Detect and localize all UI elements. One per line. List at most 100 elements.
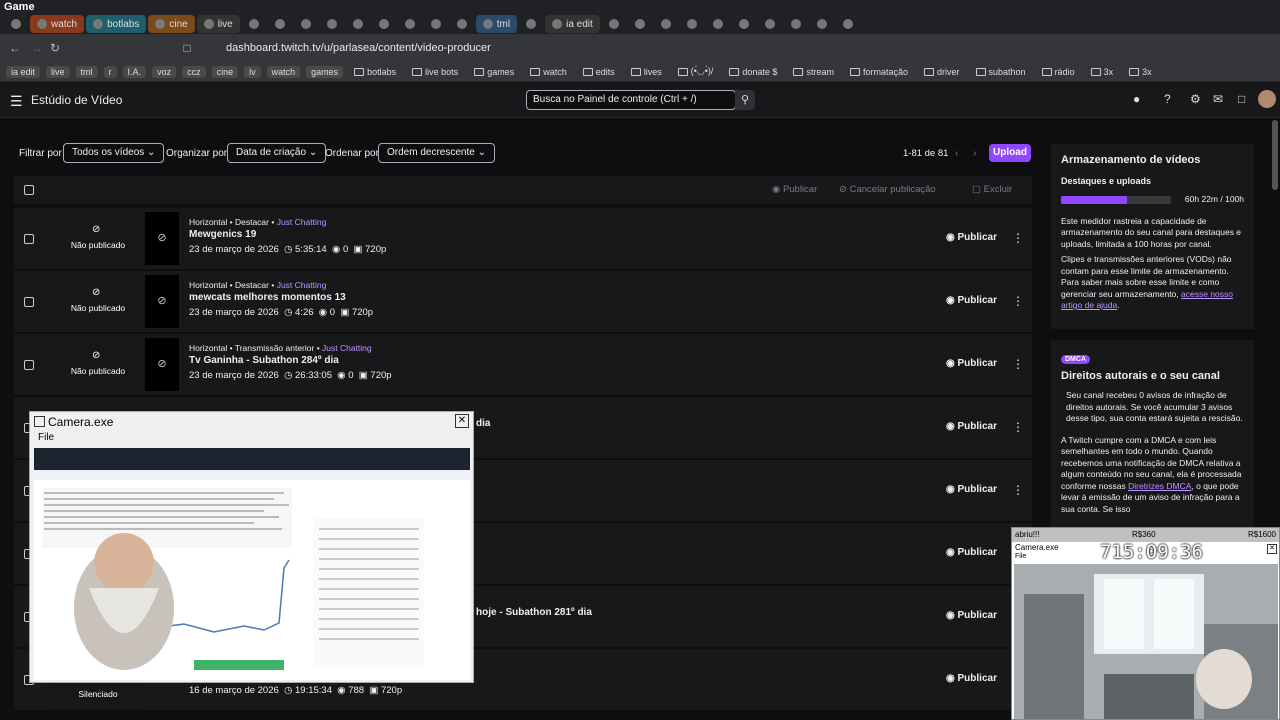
bookmark-item[interactable]: 3x bbox=[1124, 66, 1157, 78]
bookmark-item[interactable]: donate $ bbox=[724, 66, 782, 78]
bookmark-item[interactable]: subathon bbox=[971, 66, 1031, 78]
publish-button[interactable]: ◉ Publicar bbox=[946, 670, 1002, 688]
search-input[interactable]: Busca no Painel de controle (Ctrl + /) bbox=[526, 90, 736, 110]
browser-tab[interactable]: ia edit bbox=[545, 15, 600, 33]
browser-tab[interactable] bbox=[836, 15, 860, 33]
bookmark-item[interactable]: formatação bbox=[845, 66, 913, 78]
browser-tab[interactable] bbox=[680, 15, 704, 33]
next-page-icon[interactable]: › bbox=[973, 148, 976, 159]
category-link[interactable]: Just Chatting bbox=[322, 343, 372, 353]
video-row[interactable]: ⊘ Não publicado ⊘ Horizontal • Destacar • J… bbox=[14, 270, 1032, 332]
browser-tab[interactable] bbox=[732, 15, 756, 33]
whispers-icon[interactable]: □ bbox=[1238, 92, 1245, 106]
browser-tab[interactable] bbox=[758, 15, 782, 33]
video-title[interactable]: Tv Ganinha - Subathon 284º dia bbox=[189, 355, 339, 366]
inbox-icon[interactable]: ✉ bbox=[1213, 92, 1223, 106]
browser-tab[interactable] bbox=[706, 15, 730, 33]
video-row[interactable]: ⊘ Não publicado ⊘ Horizontal • Transmissão … bbox=[14, 333, 1032, 395]
bookmark-item[interactable]: driver bbox=[919, 66, 965, 78]
bookmark-item[interactable]: watch bbox=[266, 65, 301, 78]
visibility-icon[interactable]: ⊘ bbox=[145, 212, 179, 265]
more-options-icon[interactable]: ⋮ bbox=[1012, 355, 1024, 373]
bookmark-item[interactable]: botlabs bbox=[349, 66, 401, 78]
upload-button[interactable]: Upload bbox=[989, 144, 1031, 162]
page-scrollbar[interactable] bbox=[1272, 120, 1278, 190]
browser-tab[interactable]: cine bbox=[148, 15, 195, 33]
browser-tab[interactable] bbox=[372, 15, 396, 33]
close-icon[interactable]: ✕ bbox=[455, 414, 469, 428]
bookmark-item[interactable]: games bbox=[306, 65, 344, 78]
bookmark-icon[interactable]: □ bbox=[180, 41, 194, 55]
bookmark-item[interactable]: r bbox=[103, 65, 117, 78]
browser-tab[interactable] bbox=[346, 15, 370, 33]
publish-button[interactable]: ◉ Publicar bbox=[946, 355, 1002, 373]
video-title[interactable]: hoje - Subathon 281º dia bbox=[476, 607, 592, 618]
bookmark-item[interactable]: edits bbox=[578, 66, 620, 78]
bookmark-item[interactable]: (•́◡•̀)/ bbox=[673, 65, 719, 78]
row-checkbox[interactable] bbox=[24, 234, 34, 244]
browser-tab[interactable] bbox=[810, 15, 834, 33]
browser-tab[interactable] bbox=[268, 15, 292, 33]
category-link[interactable]: Just Chatting bbox=[277, 280, 327, 290]
browser-tab[interactable] bbox=[602, 15, 626, 33]
bookmark-item[interactable]: I.A. bbox=[122, 65, 147, 78]
browser-tab[interactable] bbox=[320, 15, 344, 33]
more-options-icon[interactable]: ⋮ bbox=[1012, 292, 1024, 310]
browser-tab[interactable] bbox=[294, 15, 318, 33]
filter-dropdown[interactable]: Todos os vídeos ⌄ bbox=[63, 143, 165, 163]
more-options-icon[interactable]: ⋮ bbox=[1012, 481, 1024, 499]
bookmark-item[interactable]: games bbox=[469, 66, 519, 78]
dmca-guidelines-link[interactable]: Diretrizes DMCA bbox=[1128, 481, 1191, 491]
forward-icon[interactable]: → bbox=[30, 41, 44, 55]
sort-dropdown[interactable]: Ordem decrescente ⌄ bbox=[378, 143, 495, 163]
bookmark-item[interactable]: live bots bbox=[407, 66, 463, 78]
video-row[interactable]: ⊘ Não publicado ⊘ Horizontal • Destacar • J… bbox=[14, 207, 1032, 269]
bookmark-item[interactable]: stream bbox=[788, 66, 839, 78]
bookmark-item[interactable]: ccz bbox=[182, 65, 206, 78]
browser-tab[interactable] bbox=[398, 15, 422, 33]
video-title[interactable]: Mewgenics 19 bbox=[189, 229, 256, 240]
avatar[interactable] bbox=[1258, 90, 1276, 108]
bulk-publish-button[interactable]: ◉ Publicar bbox=[772, 184, 817, 195]
visibility-icon[interactable]: ⊘ bbox=[145, 338, 179, 391]
org-dropdown[interactable]: Data de criação ⌄ bbox=[227, 143, 327, 163]
browser-tab[interactable]: watch bbox=[30, 15, 85, 33]
video-thumbnail[interactable]: ⊘ Não publicado bbox=[51, 338, 145, 391]
publish-button[interactable]: ◉ Publicar bbox=[946, 481, 1002, 499]
browser-tab[interactable] bbox=[784, 15, 808, 33]
url-field[interactable]: dashboard.twitch.tv/u/parlasea/content/v… bbox=[206, 39, 756, 57]
row-checkbox[interactable] bbox=[24, 297, 34, 307]
bulk-unpublish-button[interactable]: ⊘ Cancelar publicação bbox=[839, 184, 936, 195]
browser-tab[interactable] bbox=[242, 15, 266, 33]
back-icon[interactable]: ← bbox=[8, 41, 22, 55]
browser-tab[interactable]: live bbox=[196, 15, 240, 33]
reload-icon[interactable]: ↻ bbox=[48, 41, 62, 55]
browser-tab[interactable] bbox=[519, 15, 543, 33]
video-title[interactable]: mewcats melhores momentos 13 bbox=[189, 292, 346, 303]
bookmark-item[interactable]: live bbox=[46, 65, 70, 78]
video-thumbnail[interactable]: ⊘ Não publicado bbox=[51, 275, 145, 328]
publish-button[interactable]: ◉ Publicar bbox=[946, 229, 1002, 247]
bookmark-item[interactable]: rádio bbox=[1037, 66, 1080, 78]
browser-tab[interactable] bbox=[450, 15, 474, 33]
browser-tab[interactable]: botlabs bbox=[86, 15, 147, 33]
browser-tab[interactable]: tml bbox=[475, 15, 518, 33]
bookmark-item[interactable]: voz bbox=[152, 65, 177, 78]
more-options-icon[interactable]: ⋮ bbox=[1012, 229, 1024, 247]
gift-icon[interactable]: ⚙ bbox=[1190, 92, 1201, 106]
notifications-icon[interactable]: ● bbox=[1133, 92, 1140, 106]
bookmark-item[interactable]: watch bbox=[525, 66, 572, 78]
bulk-delete-button[interactable]: ▢ Excluir bbox=[972, 184, 1012, 195]
menu-icon[interactable]: ☰ bbox=[10, 93, 23, 110]
publish-button[interactable]: ◉ Publicar bbox=[946, 292, 1002, 310]
bookmark-item[interactable]: ia edit bbox=[6, 65, 41, 78]
more-options-icon[interactable]: ⋮ bbox=[1012, 418, 1024, 436]
help-icon[interactable]: ? bbox=[1164, 92, 1171, 106]
select-all-checkbox[interactable] bbox=[24, 185, 34, 195]
row-checkbox[interactable] bbox=[24, 360, 34, 370]
browser-tab[interactable] bbox=[4, 15, 28, 33]
video-thumbnail[interactable]: ⊘ Não publicado bbox=[51, 212, 145, 265]
bookmark-item[interactable]: lives bbox=[626, 66, 667, 78]
category-link[interactable]: Just Chatting bbox=[277, 217, 327, 227]
camera-overlay-menu[interactable]: File bbox=[1015, 553, 1026, 560]
